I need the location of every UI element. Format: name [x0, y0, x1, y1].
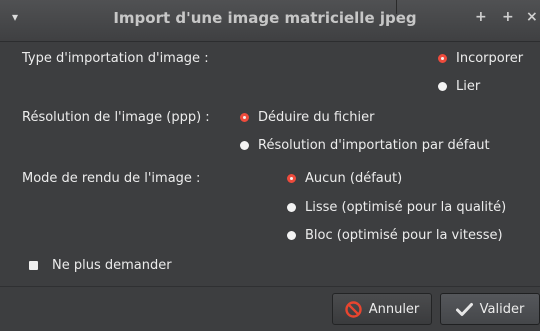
ok-button[interactable]: Valider [440, 293, 540, 325]
checkmark-icon [455, 302, 473, 317]
radio-selected-icon [287, 174, 296, 183]
close-icon[interactable]: × [526, 9, 538, 25]
dialog-titlebar: ▾ Import d'une image matricielle jpeg + … [0, 0, 540, 42]
resolution-label: Résolution de l'image (ppp) : [22, 110, 210, 125]
dialog-title: Import d'une image matricielle jpeg [113, 9, 417, 27]
import-type-label: Type d'importation d'image : [22, 51, 209, 66]
radio-bloc[interactable]: Bloc (optimisé pour la vitesse) [287, 228, 503, 243]
minimize-icon[interactable]: + [475, 9, 487, 25]
radio-unselected-icon [240, 141, 249, 150]
radio-lier-label: Lier [456, 79, 481, 94]
footer-divider [0, 286, 540, 287]
cancel-button[interactable]: Annuler [332, 293, 432, 325]
radio-deduire[interactable]: Déduire du fichier [240, 110, 374, 125]
dont-ask-label: Ne plus demander [52, 258, 172, 273]
radio-resolution-defaut[interactable]: Résolution d'importation par défaut [240, 138, 490, 153]
maximize-icon[interactable]: + [502, 9, 514, 25]
radio-bloc-label: Bloc (optimisé pour la vitesse) [305, 228, 503, 243]
radio-unselected-icon [438, 82, 447, 91]
dont-ask-checkbox[interactable]: Ne plus demander [29, 258, 172, 273]
radio-incorporer-label: Incorporer [456, 51, 524, 66]
radio-lier[interactable]: Lier [438, 79, 480, 94]
radio-aucun-label: Aucun (défaut) [305, 171, 403, 186]
render-mode-label: Mode de rendu de l'image : [22, 171, 201, 186]
radio-selected-icon [438, 54, 447, 63]
cancel-icon [345, 300, 362, 318]
radio-unselected-icon [287, 231, 296, 240]
radio-resolution-defaut-label: Résolution d'importation par défaut [258, 138, 490, 153]
radio-incorporer[interactable]: Incorporer [438, 51, 523, 66]
radio-lisse[interactable]: Lisse (optimisé pour la qualité) [287, 200, 506, 215]
radio-unselected-icon [287, 203, 296, 212]
radio-lisse-label: Lisse (optimisé pour la qualité) [305, 200, 507, 215]
ok-button-label: Valider [479, 301, 525, 317]
cancel-button-label: Annuler [368, 301, 420, 317]
radio-selected-icon [240, 113, 249, 122]
checkbox-icon [29, 261, 38, 270]
titlebar-separator [396, 0, 397, 14]
radio-deduire-label: Déduire du fichier [258, 110, 375, 125]
radio-aucun[interactable]: Aucun (défaut) [287, 171, 402, 186]
